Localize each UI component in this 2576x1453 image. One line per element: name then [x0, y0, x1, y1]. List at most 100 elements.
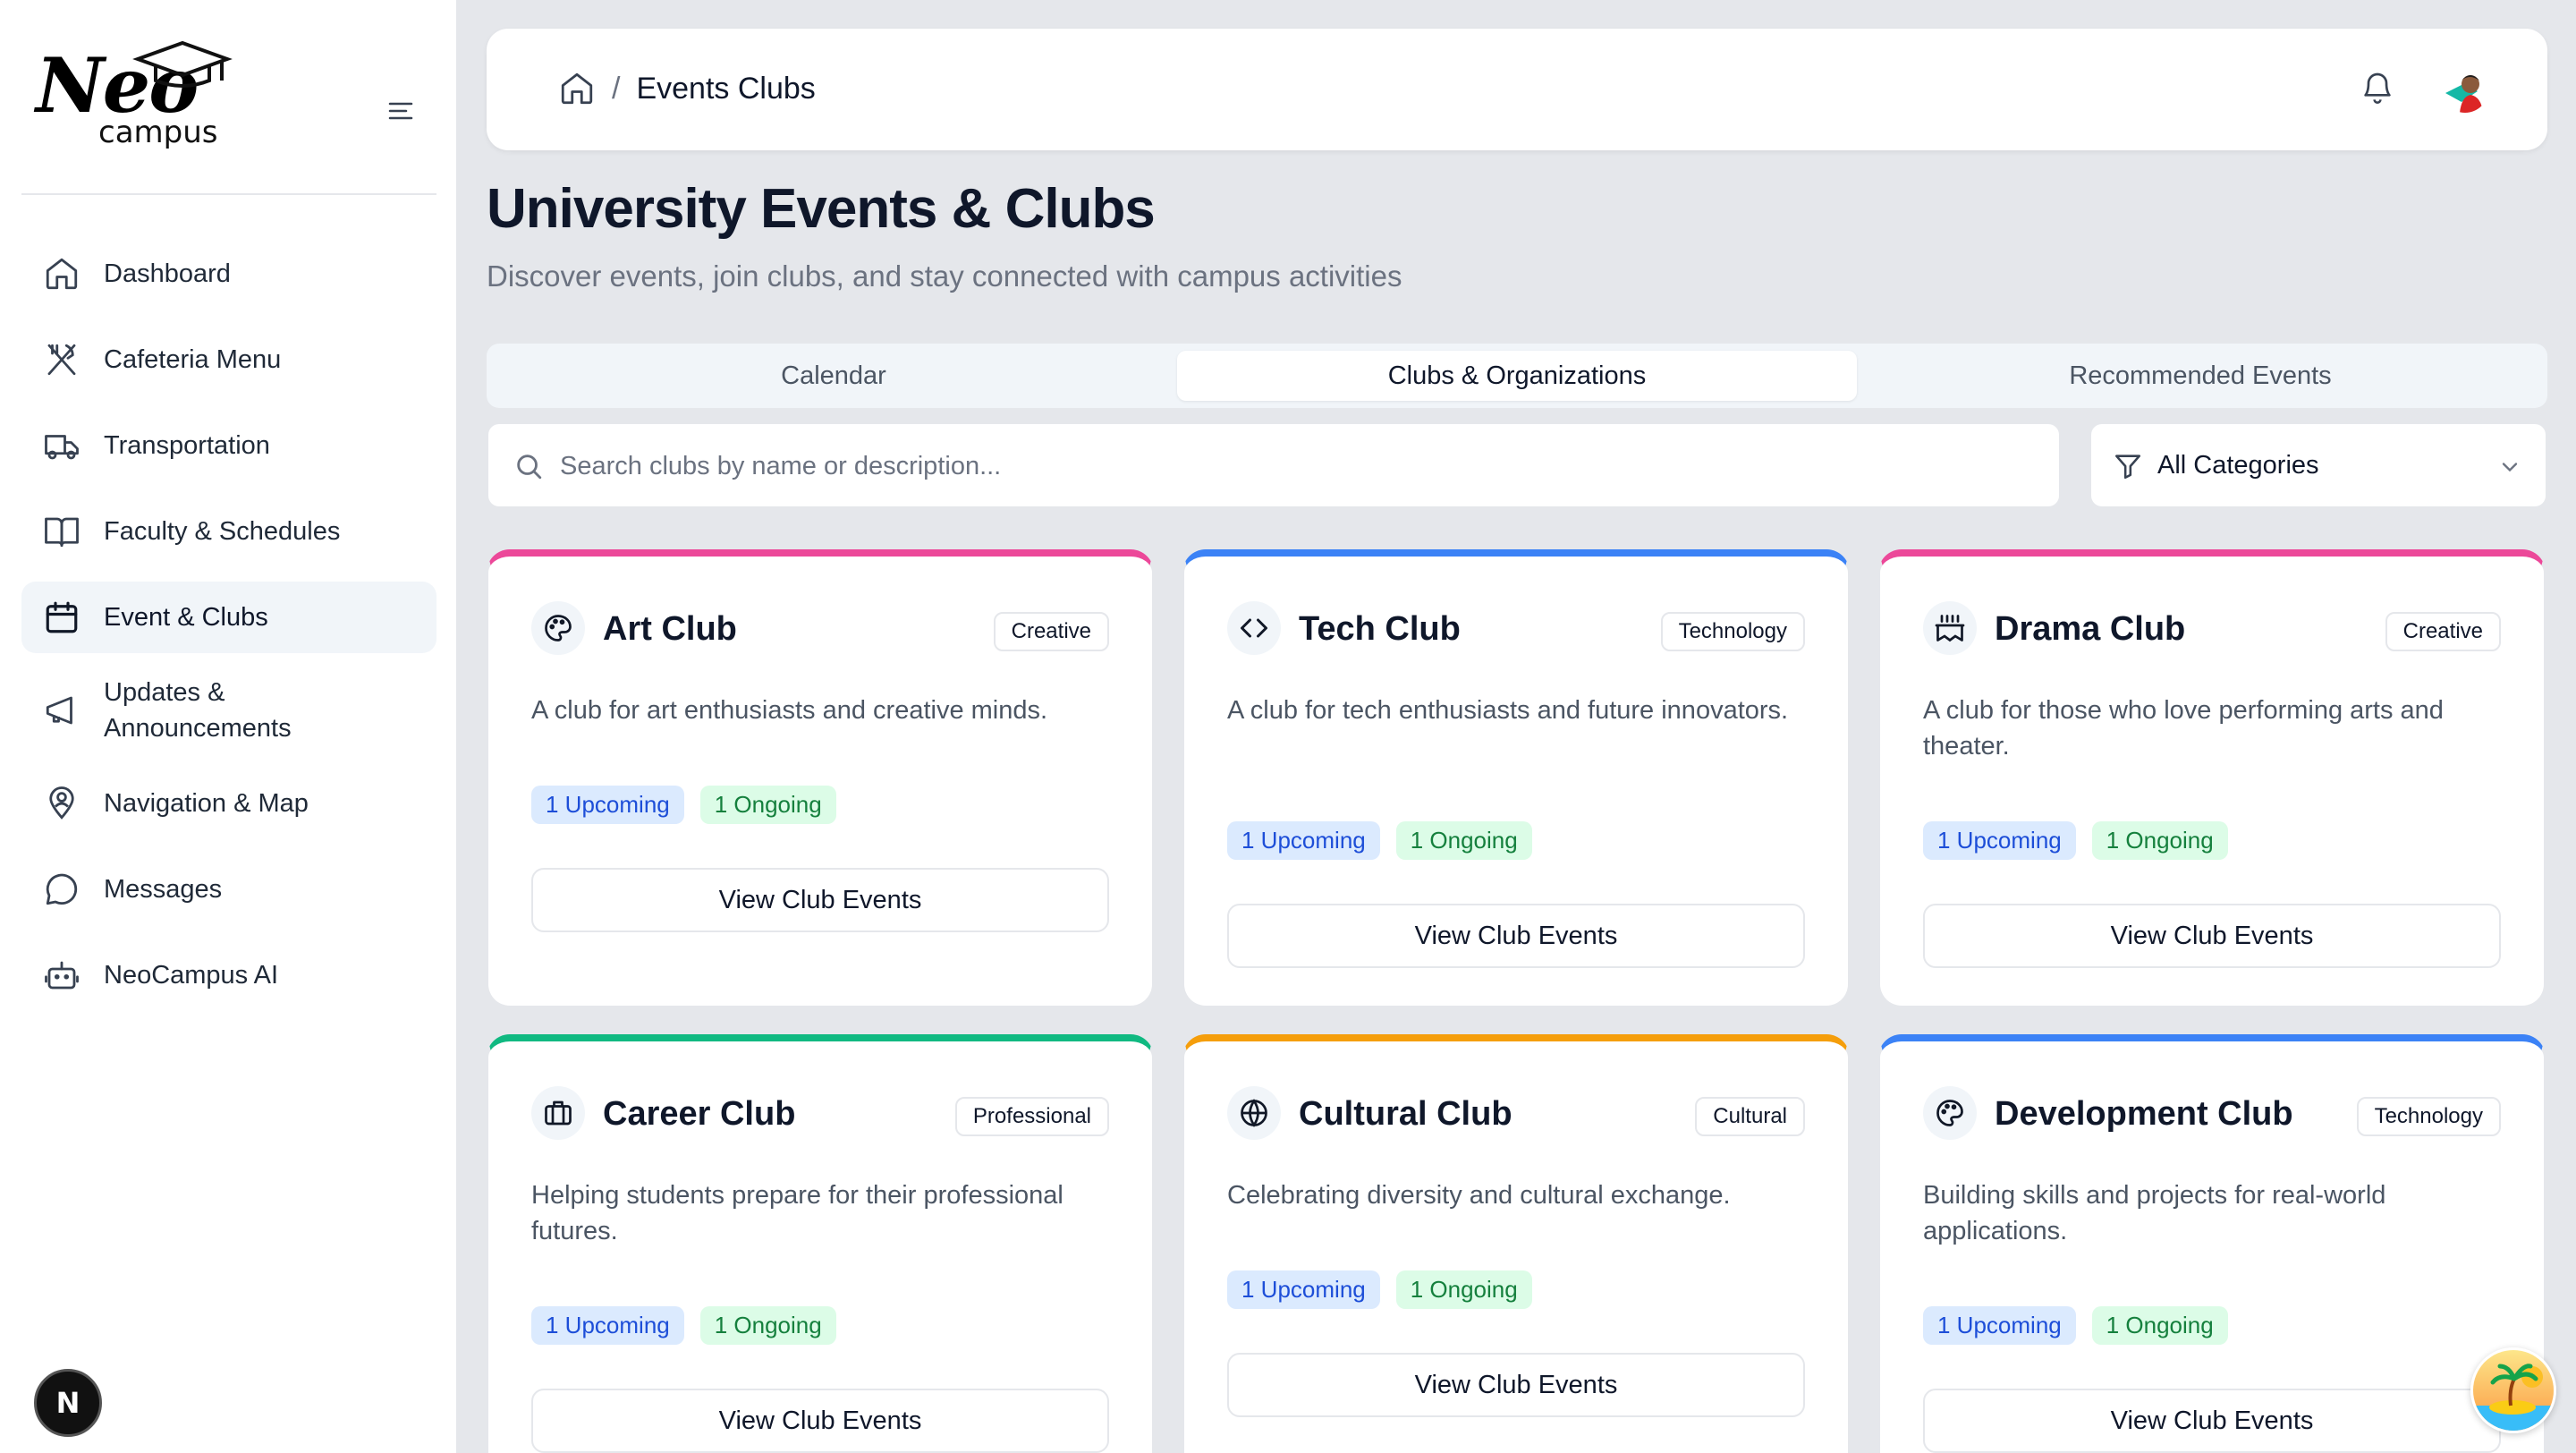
category-filter-select[interactable]: All Categories [2089, 422, 2547, 508]
truck-icon [45, 435, 79, 460]
sidebar-item-faculty[interactable]: Faculty & Schedules [21, 496, 436, 567]
sidebar-item-neocampus-ai[interactable]: NeoCampus AI [21, 939, 436, 1011]
upcoming-count-badge: 1 Upcoming [531, 786, 684, 824]
globe-icon [1227, 1086, 1281, 1140]
tab-calendar[interactable]: Calendar [494, 351, 1174, 401]
top-header: / Events Clubs [487, 29, 2547, 150]
search-input[interactable] [560, 442, 2027, 490]
sidebar-item-label: NeoCampus AI [104, 961, 279, 990]
view-club-events-button[interactable]: View Club Events [531, 1389, 1109, 1453]
chevron-down-icon [2502, 463, 2518, 472]
menu-toggle-icon[interactable] [386, 97, 415, 125]
ongoing-count-badge: 1 Ongoing [2091, 1306, 2228, 1345]
calendar-icon [46, 601, 78, 633]
sidebar-item-cafeteria[interactable]: Cafeteria Menu [21, 324, 436, 395]
palette-icon [1923, 1086, 1977, 1140]
briefcase-icon [531, 1086, 585, 1140]
sidebar-item-label: Event & Clubs [104, 603, 268, 632]
club-description: Building skills and projects for real-wo… [1923, 1181, 2386, 1245]
club-description: Celebrating diversity and cultural excha… [1227, 1181, 1731, 1210]
tab-recommended-events[interactable]: Recommended Events [1860, 351, 2540, 401]
book-open-icon [45, 517, 79, 548]
club-name: Development Club [1995, 1095, 2293, 1133]
club-description: A club for those who love performing art… [1923, 696, 2444, 760]
ongoing-count-badge: 1 Ongoing [1395, 821, 1532, 860]
category-badge: Technology [1660, 612, 1805, 651]
view-club-events-button[interactable]: View Club Events [1923, 904, 2501, 968]
sidebar-divider [21, 193, 436, 195]
map-pin-user-icon [49, 786, 74, 820]
sidebar-item-navigation-map[interactable]: Navigation & Map [21, 768, 436, 839]
club-description: A club for art enthusiasts and creative … [531, 696, 1048, 725]
club-name: Tech Club [1299, 610, 1461, 648]
club-card-development: Development Club Technology Building ski… [1878, 1034, 2546, 1453]
megaphone-icon [46, 696, 72, 725]
sidebar-item-dashboard[interactable]: Dashboard [21, 238, 436, 310]
club-description: Helping students prepare for their profe… [531, 1181, 1063, 1245]
breadcrumb: / Events Clubs [558, 70, 816, 107]
user-avatar[interactable] [2442, 66, 2488, 113]
sidebar-item-transportation[interactable]: Transportation [21, 410, 436, 481]
sidebar-item-label: Dashboard [104, 259, 231, 288]
search-icon [517, 455, 542, 480]
page-subtitle: Discover events, join clubs, and stay co… [487, 259, 1402, 293]
utensils-icon [47, 344, 76, 376]
page-title: University Events & Clubs [487, 178, 1156, 240]
assistant-widget-button[interactable] [2470, 1347, 2556, 1433]
dev-tools-badge[interactable]: N [34, 1369, 102, 1437]
sidebar-item-updates[interactable]: Updates & Announcements [21, 667, 436, 753]
view-club-events-button[interactable]: View Club Events [531, 868, 1109, 932]
sidebar-item-label: Faculty & Schedules [104, 517, 341, 546]
ongoing-count-badge: 1 Ongoing [2091, 821, 2228, 860]
sidebar-item-events-clubs[interactable]: Event & Clubs [21, 582, 436, 653]
sidebar-item-label: Updates & Announcements [104, 678, 292, 743]
home-icon [46, 258, 78, 290]
graduation-cap-icon [132, 40, 233, 88]
category-badge: Technology [2356, 1097, 2501, 1136]
bot-icon [45, 961, 79, 990]
sidebar-item-messages[interactable]: Messages [21, 854, 436, 925]
view-club-events-button[interactable]: View Club Events [1227, 904, 1805, 968]
upcoming-count-badge: 1 Upcoming [1923, 821, 2076, 860]
upcoming-count-badge: 1 Upcoming [1227, 1270, 1380, 1309]
club-card-cultural: Cultural Club Cultural Celebrating diver… [1182, 1034, 1850, 1453]
view-tabs: Calendar Clubs & Organizations Recommend… [487, 344, 2547, 408]
home-icon[interactable] [558, 70, 596, 107]
message-circle-icon [46, 873, 78, 905]
code-icon [1227, 601, 1281, 655]
palette-icon [531, 601, 585, 655]
club-card-career: Career Club Professional Helping student… [487, 1034, 1154, 1453]
club-card-drama: Drama Club Creative A club for those who… [1878, 549, 2546, 1007]
search-box [487, 422, 2061, 508]
club-name: Drama Club [1995, 610, 2186, 648]
neocampus-logo[interactable]: Neo campus [36, 36, 250, 152]
category-badge: Creative [2385, 612, 2501, 651]
view-club-events-button[interactable]: View Club Events [1923, 1389, 2501, 1453]
sidebar-item-label: Transportation [104, 431, 270, 460]
tab-clubs-organizations[interactable]: Clubs & Organizations [1177, 351, 1857, 401]
category-badge: Professional [954, 1097, 1109, 1136]
ongoing-count-badge: 1 Ongoing [699, 1306, 836, 1345]
ongoing-count-badge: 1 Ongoing [1395, 1270, 1532, 1309]
sidebar-item-label: Cafeteria Menu [104, 345, 282, 374]
club-description: A club for tech enthusiasts and future i… [1227, 696, 1789, 725]
filter-icon [2114, 455, 2141, 480]
category-badge: Cultural [1695, 1097, 1805, 1136]
upcoming-count-badge: 1 Upcoming [531, 1306, 684, 1345]
bell-icon[interactable] [2360, 70, 2395, 106]
club-name: Art Club [603, 610, 737, 648]
category-filter-value: All Categories [2157, 451, 2319, 480]
sidebar-nav: Dashboard Cafeteria Menu Transportation … [21, 238, 436, 1025]
breadcrumb-current: Events Clubs [636, 71, 816, 106]
club-name: Career Club [603, 1095, 796, 1133]
breadcrumb-separator: / [612, 71, 621, 106]
sidebar-item-label: Messages [104, 875, 223, 904]
view-club-events-button[interactable]: View Club Events [1227, 1353, 1805, 1417]
club-card-art: Art Club Creative A club for art enthusi… [487, 549, 1154, 1007]
theater-masks-icon [1923, 601, 1977, 655]
sidebar-item-label: Navigation & Map [104, 789, 309, 818]
upcoming-count-badge: 1 Upcoming [1923, 1306, 2076, 1345]
ongoing-count-badge: 1 Ongoing [699, 786, 836, 824]
upcoming-count-badge: 1 Upcoming [1227, 821, 1380, 860]
category-badge: Creative [993, 612, 1109, 651]
